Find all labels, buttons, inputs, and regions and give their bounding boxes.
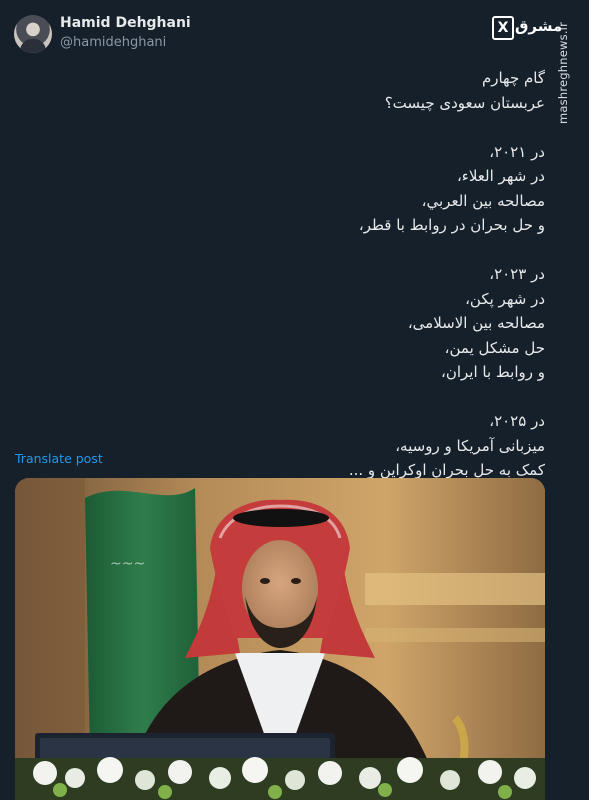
tweet-line: در ۲۰۲۵، [489,412,545,430]
tweet-line: در ۲۰۲۳، [489,265,545,283]
author-handle[interactable]: @hamidehghani [60,35,166,50]
tweet-line: در شهر العلاء، [456,167,545,185]
svg-text:~~~: ~~~ [110,556,145,572]
tweet-line: در شهر پکن، [465,289,545,308]
tweet-text: گام چهارم عربستان سعودی چیست؟ در ۲۰۲۱، در ش… [45,66,545,483]
tweet-header: Hamid Dehghani @hamidehghani [14,12,494,56]
tweet-line: و حل بحران در روابط با قطر، [358,216,545,234]
tweet-line-gap [45,385,545,410]
tweet-line: گام چهارم [481,69,545,87]
tweet-line-gap [45,238,545,263]
site-watermark: mashreghnews.ir [556,21,570,124]
photo-portrait: ~~~ [15,478,545,800]
tweet-line: در ۲۰۲۱، [489,142,545,161]
avatar[interactable] [14,15,52,53]
tweet-line: حل مشکل یمن، [444,338,545,357]
logo-mark-icon: X [492,16,514,40]
tweet-line: مصالحه بین الاسلامی، [407,314,545,332]
translate-post-link[interactable]: Translate post [15,451,103,466]
tweet-line: و روابط با ایران، [440,363,545,381]
tweet-line: عربستان سعودی چیست؟ [384,93,545,112]
author-name[interactable]: Hamid Dehghani [60,15,191,31]
news-logo: X مشرق [490,14,562,44]
tweet-line: مصالحه بین العربي، [421,191,545,210]
tweet-line: میزبانی آمریکا و روسیه، [395,436,545,455]
tweet-line-gap [45,115,545,140]
tweet-image[interactable]: ~~~ [15,478,545,800]
